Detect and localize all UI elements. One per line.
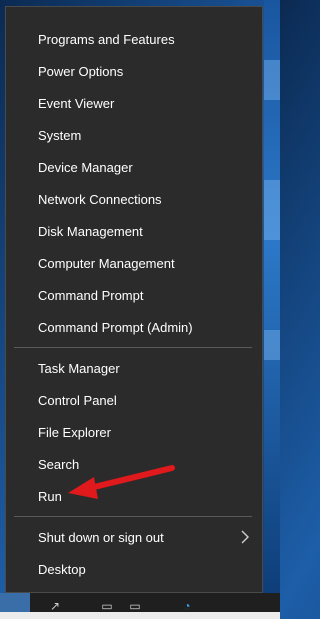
menu-separator [14, 516, 252, 517]
menu-item-label: Task Manager [38, 360, 120, 376]
menu-item-command-prompt[interactable]: Command Prompt [6, 279, 262, 311]
menu-item-label: Power Options [38, 63, 124, 79]
menu-item-label: Event Viewer [38, 95, 115, 111]
menu-item-file-explorer[interactable]: File Explorer [6, 416, 262, 448]
menu-item-power-options[interactable]: Power Options [6, 55, 262, 87]
menu-item-system[interactable]: System [6, 119, 262, 151]
file-explorer-taskbar-icon[interactable]: ▭ [100, 599, 114, 613]
menu-item-label: Computer Management [38, 255, 175, 271]
menu-item-event-viewer[interactable]: Event Viewer [6, 87, 262, 119]
menu-item-disk-management[interactable]: Disk Management [6, 215, 262, 247]
bottom-strip [0, 612, 280, 619]
menu-item-programs-and-features[interactable]: Programs and Features [6, 23, 262, 55]
menu-item-label: Network Connections [38, 191, 162, 207]
store-taskbar-icon[interactable]: ▭ [128, 599, 142, 613]
menu-item-desktop[interactable]: Desktop [6, 553, 262, 585]
red-arrow-icon [68, 465, 175, 499]
menu-item-label: File Explorer [38, 424, 111, 440]
menu-item-network-connections[interactable]: Network Connections [6, 183, 262, 215]
task-view-icon[interactable]: ↗ [48, 599, 62, 613]
menu-separator [14, 347, 252, 348]
menu-item-control-panel[interactable]: Control Panel [6, 384, 262, 416]
menu-item-label: Command Prompt (Admin) [38, 319, 193, 335]
menu-item-label: Shut down or sign out [38, 529, 164, 545]
menu-item-command-prompt-admin[interactable]: Command Prompt (Admin) [6, 311, 262, 343]
menu-item-label: Run [38, 488, 62, 504]
menu-item-device-manager[interactable]: Device Manager [6, 151, 262, 183]
menu-item-label: Device Manager [38, 159, 133, 175]
menu-item-label: System [38, 127, 82, 143]
menu-item-computer-management[interactable]: Computer Management [6, 247, 262, 279]
menu-item-label: Command Prompt [38, 287, 144, 303]
desktop-background [264, 0, 280, 600]
menu-item-shut-down-or-sign-out[interactable]: Shut down or sign out [6, 521, 262, 553]
menu-item-task-manager[interactable]: Task Manager [6, 352, 262, 384]
menu-item-label: Control Panel [38, 392, 117, 408]
menu-item-label: Programs and Features [38, 31, 175, 47]
menu-item-label: Desktop [38, 561, 86, 577]
browser-taskbar-icon[interactable]: ◔ [180, 599, 194, 613]
menu-item-label: Disk Management [38, 223, 143, 239]
chevron-right-icon [241, 530, 249, 544]
